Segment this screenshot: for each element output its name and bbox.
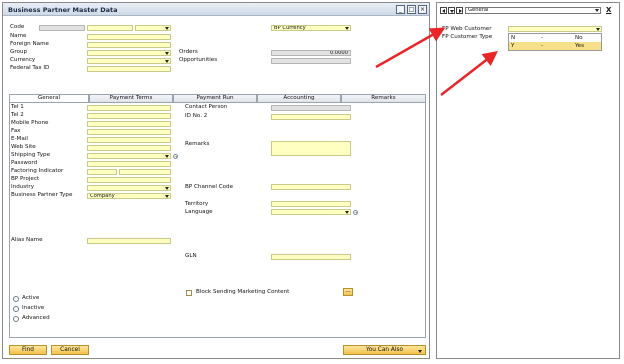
annotation-arrows bbox=[375, 27, 498, 96]
arrow-to-yes-option bbox=[440, 50, 498, 96]
arrow-to-fp-web-customer bbox=[375, 27, 446, 69]
